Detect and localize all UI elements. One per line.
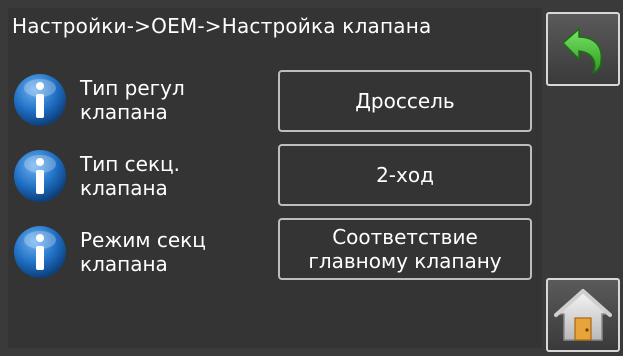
setting-row-section-valve-mode: Режим секц клапана Соответствие главному… — [0, 218, 540, 286]
home-icon — [554, 289, 612, 341]
info-icon[interactable] — [12, 148, 68, 204]
section-valve-type-value-button[interactable]: 2-ход — [278, 144, 532, 206]
home-button[interactable] — [546, 278, 620, 352]
setting-row-section-valve-type: Тип секц. клапана 2-ход — [0, 144, 540, 210]
setting-label-valve-type: Тип регул клапана — [80, 76, 185, 124]
back-arrow-icon — [562, 28, 602, 74]
info-icon[interactable] — [12, 72, 68, 128]
setting-row-valve-type: Тип регул клапана Дроссель — [0, 70, 540, 134]
valve-type-value-button[interactable]: Дроссель — [278, 70, 532, 132]
page-title: Настройки->OEM->Настройка клапана — [12, 14, 432, 38]
info-icon[interactable] — [12, 224, 68, 280]
setting-label-section-valve-mode: Режим секц клапана — [80, 228, 206, 276]
setting-label-section-valve-type: Тип секц. клапана — [80, 152, 180, 200]
section-valve-mode-value-button[interactable]: Соответствие главному клапану — [278, 218, 532, 280]
back-button[interactable] — [546, 12, 620, 86]
